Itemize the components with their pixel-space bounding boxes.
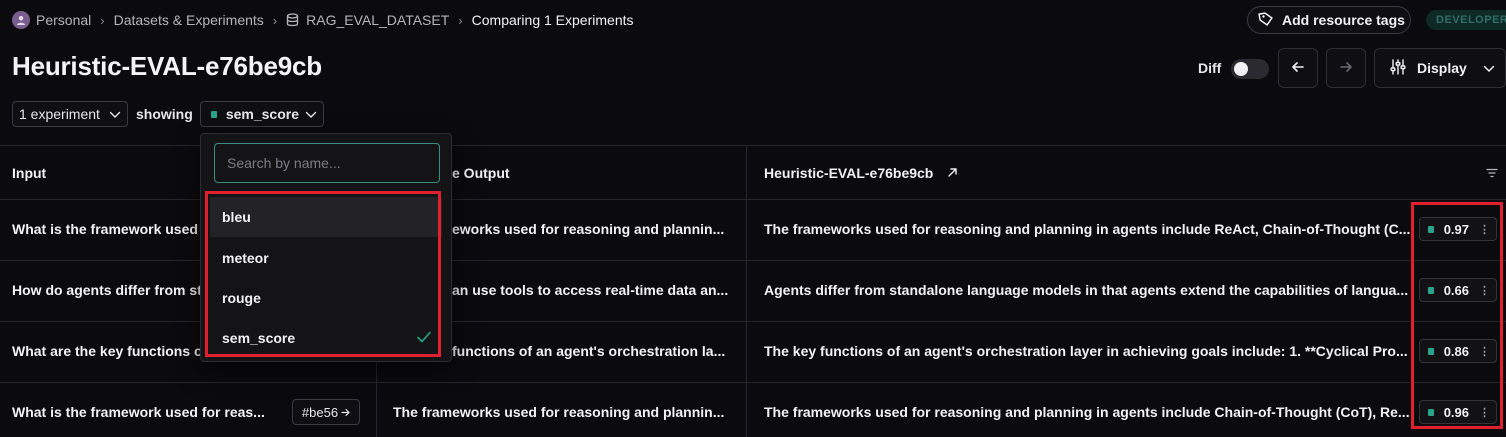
metric-option-meteor[interactable]: meteor <box>210 238 442 278</box>
display-label: Display <box>1417 60 1467 76</box>
score-color-swatch <box>1428 286 1434 294</box>
next-button[interactable] <box>1326 48 1366 88</box>
breadcrumb-personal[interactable]: Personal <box>36 12 91 28</box>
score-color-swatch <box>1428 347 1434 355</box>
row-4-score: 0.96 <box>1443 404 1469 420</box>
checkmark-icon <box>416 330 432 347</box>
breadcrumb-datasets[interactable]: Datasets & Experiments <box>114 12 264 28</box>
chevron-right-icon: › <box>272 12 278 28</box>
row-4-output[interactable]: The frameworks used for reasoning and pl… <box>764 382 1412 437</box>
more-icon[interactable]: ⋮ <box>1479 406 1490 419</box>
header-experiment-label: Heuristic-EVAL-e76be9cb <box>764 164 934 181</box>
add-resource-tags-button[interactable]: Add resource tags <box>1247 6 1411 34</box>
tag-icon <box>1258 11 1274 30</box>
row-3-score: 0.86 <box>1443 343 1469 359</box>
sliders-icon <box>1389 58 1407 79</box>
row-2-reference[interactable]: an use tools to access real-time data an… <box>452 260 742 320</box>
metric-search-input[interactable] <box>214 143 440 183</box>
metric-option-sem-score[interactable]: sem_score <box>210 318 442 358</box>
metric-option-rouge[interactable]: rouge <box>210 278 442 318</box>
row-3-score-badge[interactable]: 0.86 ⋮ <box>1419 339 1497 363</box>
arrow-right-icon <box>1338 59 1354 78</box>
chevron-down-icon <box>305 106 317 122</box>
page-title: Heuristic-EVAL-e76be9cb <box>12 51 322 81</box>
experiment-select-value: 1 experiment <box>19 106 100 122</box>
breadcrumb-current: Comparing 1 Experiments <box>471 12 634 28</box>
arrow-left-icon <box>1290 59 1306 78</box>
header-reference-output: e Output <box>452 164 510 181</box>
row-4-score-badge[interactable]: 0.96 ⋮ <box>1419 400 1497 424</box>
chevron-right-icon: › <box>100 12 105 28</box>
metric-select-value: sem_score <box>225 106 299 122</box>
diff-label: Diff <box>1198 60 1222 76</box>
row-2-output[interactable]: Agents differ from standalone language m… <box>764 260 1412 320</box>
add-resource-tags-label: Add resource tags <box>1282 12 1405 28</box>
diff-toggle[interactable] <box>1231 59 1269 79</box>
toggle-knob <box>1234 62 1248 76</box>
more-icon[interactable]: ⋮ <box>1479 223 1490 236</box>
score-color-swatch <box>1428 225 1434 233</box>
row-4-input[interactable]: What is the framework used for reas... <box>12 382 282 437</box>
chevron-down-icon <box>1483 60 1495 76</box>
row-3-reference[interactable]: functions of an agent's orchestration la… <box>452 321 742 381</box>
experiment-select[interactable]: 1 experiment <box>12 101 128 127</box>
user-avatar-icon <box>12 11 30 29</box>
row-1-reference[interactable]: eworks used for reasoning and plannin... <box>452 199 742 259</box>
database-icon <box>286 13 299 27</box>
showing-label: showing <box>136 106 193 122</box>
row-4-ref-tag[interactable]: #be56 <box>292 399 360 425</box>
metric-select[interactable]: sem_score <box>200 101 324 127</box>
breadcrumb-dataset[interactable]: RAG_EVAL_DATASET <box>306 12 449 28</box>
metric-dropdown-menu: bleu meteor rouge sem_score <box>200 133 452 362</box>
developer-badge: DEVELOPER <box>1426 10 1506 30</box>
row-1-output[interactable]: The frameworks used for reasoning and pl… <box>764 199 1412 259</box>
breadcrumb: Personal › Datasets & Experiments › RAG_… <box>12 10 634 30</box>
column-divider <box>746 146 747 437</box>
row-1-score: 0.97 <box>1443 221 1469 237</box>
metric-color-swatch <box>211 110 217 118</box>
ref-tag-label: #be56 <box>301 404 339 420</box>
row-4-reference[interactable]: The frameworks used for reasoning and pl… <box>393 382 742 437</box>
filter-icon[interactable] <box>1486 146 1498 199</box>
more-icon[interactable]: ⋮ <box>1479 345 1490 358</box>
display-button[interactable]: Display <box>1374 48 1506 88</box>
chevron-right-icon: › <box>458 12 463 28</box>
row-1-score-badge[interactable]: 0.97 ⋮ <box>1419 217 1497 241</box>
chevron-down-icon <box>109 106 121 122</box>
metric-option-sem-score-label: sem_score <box>222 330 296 346</box>
score-color-swatch <box>1428 408 1434 416</box>
row-3-output[interactable]: The key functions of an agent's orchestr… <box>764 321 1412 381</box>
more-icon[interactable]: ⋮ <box>1479 284 1490 297</box>
arrow-right-icon <box>341 405 350 420</box>
row-2-score: 0.66 <box>1443 282 1469 298</box>
external-link-icon[interactable] <box>947 165 958 181</box>
row-2-score-badge[interactable]: 0.66 ⋮ <box>1419 278 1497 302</box>
header-experiment[interactable]: Heuristic-EVAL-e76be9cb <box>764 146 958 199</box>
previous-button[interactable] <box>1278 48 1318 88</box>
metric-option-bleu[interactable]: bleu <box>210 197 442 237</box>
header-input: Input <box>12 164 47 181</box>
